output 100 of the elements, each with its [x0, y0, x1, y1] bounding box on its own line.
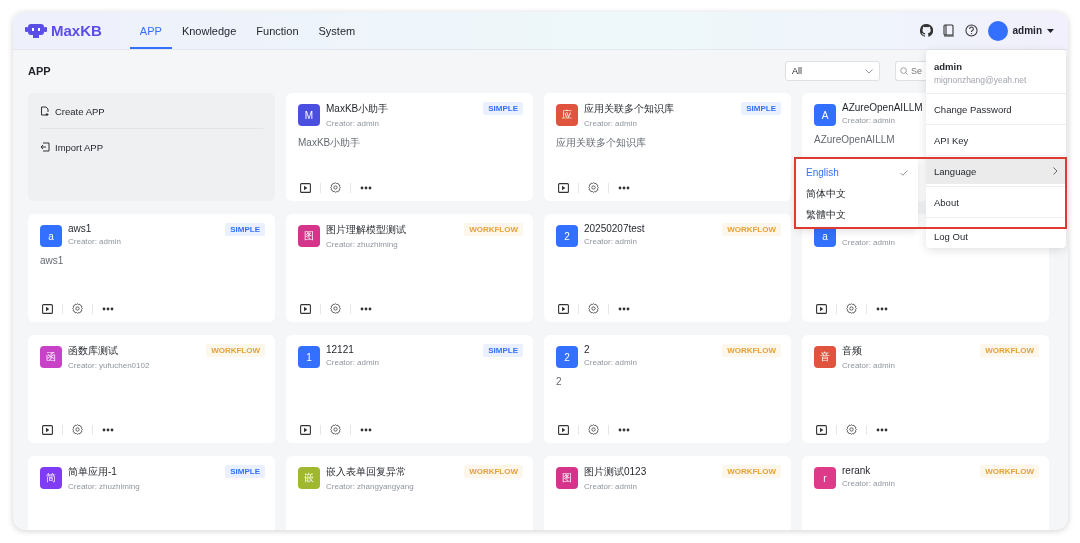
page-title: APP — [28, 65, 51, 77]
settings-icon[interactable] — [72, 424, 83, 435]
app-name: 20250207test — [584, 223, 645, 234]
app-card[interactable]: M MaxKB小助手 Creator: admin SIMPLE MaxKB小助手 — [286, 93, 533, 201]
settings-icon[interactable] — [588, 424, 599, 435]
play-icon[interactable] — [300, 182, 311, 193]
nav-tab[interactable]: Knowledge — [171, 12, 247, 49]
search-field[interactable]: Se — [895, 61, 926, 81]
app-card[interactable]: 图 图片测试0123 Creator: admin WORKFLOW — [544, 456, 791, 530]
play-icon[interactable] — [816, 424, 827, 435]
nav-tab[interactable]: APP — [129, 12, 172, 49]
settings-icon[interactable] — [72, 303, 83, 314]
menu-item[interactable]: API Key — [926, 127, 1066, 153]
menu-item[interactable]: Change Password — [926, 96, 1066, 122]
user-name: admin — [934, 61, 963, 72]
app-card[interactable]: 2 20250207test Creator: admin WORKFLOW — [544, 214, 791, 322]
play-icon[interactable] — [558, 303, 569, 314]
app-description: 应用关联多个知识库 — [556, 136, 646, 150]
settings-icon[interactable] — [330, 424, 341, 435]
more-icon[interactable] — [876, 427, 888, 432]
app-type-tag: WORKFLOW — [722, 465, 781, 478]
more-icon[interactable] — [360, 185, 372, 190]
menu-item[interactable]: Log Out — [926, 230, 1066, 242]
settings-icon[interactable] — [846, 424, 857, 435]
app-card[interactable]: 音 音频 Creator: admin WORKFLOW — [802, 335, 1049, 443]
book-icon[interactable] — [942, 24, 955, 37]
more-icon[interactable] — [360, 427, 372, 432]
caret-icon — [1047, 28, 1054, 33]
more-icon[interactable] — [618, 306, 630, 311]
app-type-tag: WORKFLOW — [980, 344, 1039, 357]
app-creator: Creator: admin — [842, 116, 895, 125]
robot-logo-icon — [25, 22, 47, 39]
app-avatar: 1 — [298, 346, 320, 368]
app-description: aws1 — [40, 255, 64, 266]
more-icon[interactable] — [618, 185, 630, 190]
document-add-icon — [40, 106, 50, 116]
app-type-tag: SIMPLE — [741, 102, 781, 115]
app-type-tag: WORKFLOW — [464, 223, 523, 236]
language-option[interactable]: 简体中文 — [800, 183, 914, 204]
avatar-icon — [987, 20, 1008, 41]
app-avatar: 函 — [40, 346, 62, 368]
app-card[interactable]: 函 函数库测试 Creator: yufuchen0102 WORKFLOW — [28, 335, 275, 443]
app-card[interactable]: 简 简单应用-1 Creator: zhuzhiming SIMPLE — [28, 456, 275, 530]
app-avatar: a — [40, 225, 62, 247]
github-icon[interactable] — [919, 24, 933, 37]
nav-tab[interactable]: System — [308, 12, 366, 49]
play-icon[interactable] — [558, 182, 569, 193]
more-icon[interactable] — [618, 427, 630, 432]
play-icon[interactable] — [816, 303, 827, 314]
play-icon[interactable] — [558, 424, 569, 435]
settings-icon[interactable] — [330, 303, 341, 314]
more-icon[interactable] — [102, 306, 114, 311]
app-creator: Creator: admin — [842, 479, 895, 488]
app-type-tag: WORKFLOW — [206, 344, 265, 357]
language-option[interactable]: English — [800, 162, 914, 183]
settings-icon[interactable] — [588, 303, 599, 314]
app-card[interactable]: r rerank Creator: admin WORKFLOW — [802, 456, 1049, 530]
app-description: MaxKB小助手 — [298, 136, 361, 150]
nav-tab[interactable]: Function — [246, 12, 309, 49]
app-avatar: 图 — [298, 225, 320, 247]
app-avatar: r — [814, 467, 836, 489]
app-avatar: 应 — [556, 104, 578, 126]
play-icon[interactable] — [42, 303, 53, 314]
more-icon[interactable] — [102, 427, 114, 432]
help-icon[interactable] — [964, 24, 978, 37]
settings-icon[interactable] — [846, 303, 857, 314]
play-icon[interactable] — [42, 424, 53, 435]
settings-icon[interactable] — [330, 182, 341, 193]
app-name: 12121 — [326, 344, 354, 355]
user-menu-button[interactable]: admin — [987, 20, 1054, 41]
app-name: rerank — [842, 465, 871, 476]
menu-item[interactable]: Language — [926, 158, 1066, 184]
play-icon[interactable] — [300, 424, 311, 435]
app-avatar: A — [814, 104, 836, 126]
app-card[interactable]: 嵌 嵌入表单回复异常 Creator: zhangyangyang WORKFLOW — [286, 456, 533, 530]
import-app-link[interactable]: Import APP — [40, 139, 104, 155]
app-card[interactable]: a aws1 Creator: admin SIMPLE aws1 — [28, 214, 275, 322]
search-icon — [900, 67, 908, 75]
app-name: 函数库测试 — [68, 344, 118, 358]
app-name: AZureOpenAILLM — [842, 102, 923, 113]
check-icon — [900, 169, 908, 176]
filter-select[interactable]: All — [785, 61, 880, 81]
app-avatar: 图 — [556, 467, 578, 489]
app-name: 简单应用-1 — [68, 465, 117, 479]
settings-icon[interactable] — [588, 182, 599, 193]
app-type-tag: SIMPLE — [483, 102, 523, 115]
more-icon[interactable] — [360, 306, 372, 311]
create-app-link[interactable]: Create APP — [40, 103, 105, 119]
app-card[interactable]: 应 应用关联多个知识库 Creator: admin SIMPLE 应用关联多个知识库 — [544, 93, 791, 201]
app-card[interactable]: 1 12121 Creator: admin SIMPLE — [286, 335, 533, 443]
app-description: AZureOpenAILLM — [814, 134, 895, 145]
app-creator: Creator: admin — [584, 358, 637, 367]
play-icon[interactable] — [300, 303, 311, 314]
app-creator: Creator: zhuzhiming — [326, 240, 398, 249]
app-card[interactable]: 2 2 Creator: admin WORKFLOW 2 — [544, 335, 791, 443]
app-type-tag: WORKFLOW — [722, 344, 781, 357]
more-icon[interactable] — [876, 306, 888, 311]
app-creator: Creator: admin — [326, 358, 379, 367]
app-card[interactable]: 图 图片理解模型测试 Creator: zhuzhiming WORKFLOW — [286, 214, 533, 322]
app-name: 应用关联多个知识库 — [584, 102, 674, 116]
